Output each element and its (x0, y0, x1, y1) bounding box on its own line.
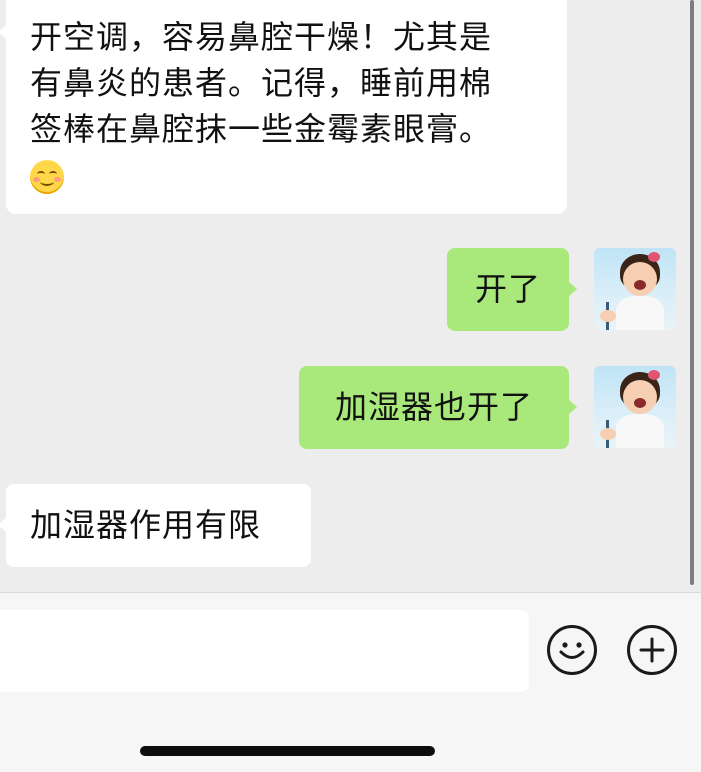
message-text: 加湿器也开了 (334, 388, 533, 426)
scrollbar-thumb[interactable] (690, 0, 694, 585)
input-bar (0, 592, 701, 772)
message-text: 开了 (474, 270, 541, 308)
bubble-tail (0, 517, 7, 533)
bubble-tail (568, 281, 577, 297)
plus-icon[interactable] (627, 625, 677, 675)
chat-area: 开空调，容易鼻腔干燥！尤其是 有鼻炎的患者。记得，睡前用棉 签棒在鼻腔抹一些金霉… (0, 0, 701, 592)
bubble-tail (568, 399, 577, 415)
message-line: 开空调，容易鼻腔干燥！尤其是 (30, 18, 493, 56)
outgoing-message-bubble[interactable]: 加湿器也开了 (299, 366, 577, 449)
avatar[interactable] (594, 248, 676, 330)
message-text: 加湿器作用有限 (30, 506, 262, 544)
incoming-message-bubble[interactable]: 加湿器作用有限 (0, 484, 311, 567)
outgoing-message-bubble[interactable]: 开了 (447, 248, 577, 331)
avatar[interactable] (594, 366, 676, 448)
smiley-face-icon[interactable] (547, 625, 597, 675)
bubble-tail (0, 24, 7, 40)
smiling-face-blush-icon (30, 160, 64, 194)
message-input[interactable] (0, 610, 529, 692)
message-line: 签棒在鼻腔抹一些金霉素眼膏。 (30, 110, 493, 148)
incoming-message-bubble[interactable]: 开空调，容易鼻腔干燥！尤其是 有鼻炎的患者。记得，睡前用棉 签棒在鼻腔抹一些金霉… (0, 0, 567, 214)
home-indicator[interactable] (140, 746, 435, 756)
message-line: 有鼻炎的患者。记得，睡前用棉 (30, 64, 493, 102)
